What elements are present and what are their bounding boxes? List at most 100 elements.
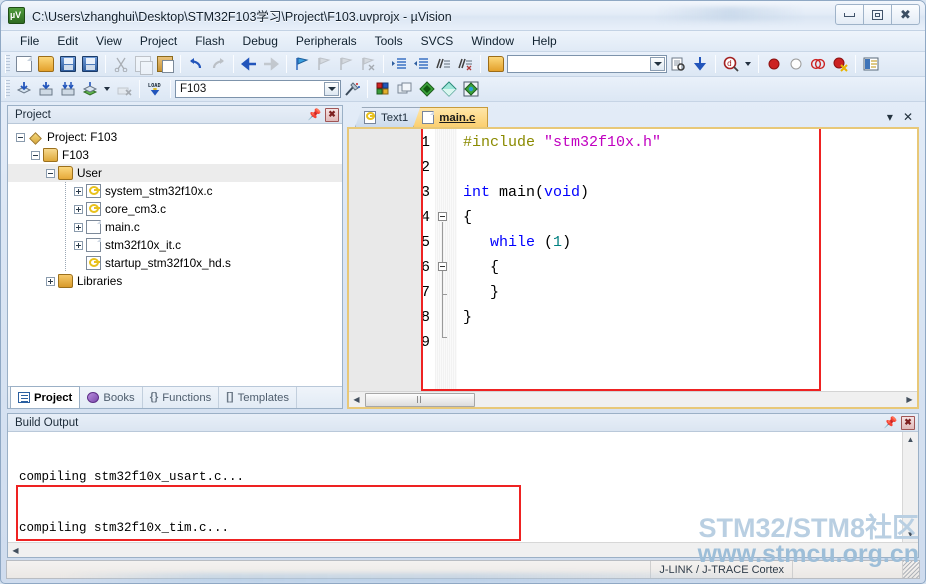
pack-installer-button[interactable]	[416, 79, 438, 100]
editor-horizontal-scrollbar[interactable]: ◀ ▶	[349, 391, 917, 407]
manage-runtime-button[interactable]	[372, 79, 394, 100]
tree-item-startup-stm32f10x-hd-s[interactable]: startup_stm32f10x_hd.s	[8, 254, 342, 272]
uncomment-button[interactable]	[454, 54, 476, 75]
chevron-down-icon[interactable]: ▾	[887, 110, 893, 124]
chevron-down-icon[interactable]	[742, 54, 754, 75]
editor-tab-text1[interactable]: Text1	[355, 107, 421, 127]
code-folding-bar[interactable]	[435, 129, 457, 391]
multi-project-button[interactable]	[394, 79, 416, 100]
tree-item-main-c[interactable]: main.c	[8, 218, 342, 236]
close-icon[interactable]: ✕	[903, 110, 913, 124]
search-combo[interactable]	[507, 55, 667, 73]
expand-toggle-icon[interactable]	[74, 187, 83, 196]
menu-project[interactable]: Project	[131, 32, 186, 50]
tab-project[interactable]: Project	[10, 386, 80, 408]
menu-flash[interactable]: Flash	[186, 32, 233, 50]
save-all-button[interactable]	[79, 54, 101, 75]
find-in-files-button[interactable]	[485, 54, 507, 75]
translate-file-button[interactable]	[13, 79, 35, 100]
tab-functions[interactable]: {} Functions	[143, 387, 220, 408]
bookmark-next-button[interactable]	[335, 54, 357, 75]
chevron-down-icon[interactable]	[101, 79, 113, 100]
undo-button[interactable]	[185, 54, 207, 75]
close-icon[interactable]: ✖	[325, 108, 339, 122]
new-file-button[interactable]	[13, 54, 35, 75]
bookmark-find-button[interactable]: d	[720, 54, 742, 75]
download-to-flash-button[interactable]: LOAD	[144, 79, 166, 100]
toolbar-grip[interactable]	[5, 55, 10, 73]
tree-item-core-cm3-c[interactable]: core_cm3.c	[8, 200, 342, 218]
scroll-right-arrow-icon[interactable]: ▶	[902, 392, 917, 407]
scroll-up-arrow-icon[interactable]: ▲	[903, 432, 918, 447]
indent-button[interactable]	[388, 54, 410, 75]
tree-item-project[interactable]: Project: F103	[8, 128, 342, 146]
maximize-button[interactable]	[863, 4, 892, 25]
batch-build-button[interactable]	[79, 79, 101, 100]
tab-templates[interactable]: [] Templates	[219, 387, 297, 408]
tree-item-user-group[interactable]: User	[8, 164, 342, 182]
open-file-button[interactable]	[35, 54, 57, 75]
breakpoint-disable-button[interactable]	[785, 54, 807, 75]
build-target-button[interactable]	[35, 79, 57, 100]
tree-item-stm32f10x-it-c[interactable]: stm32f10x_it.c	[8, 236, 342, 254]
paste-button[interactable]	[154, 54, 176, 75]
menu-window[interactable]: Window	[462, 32, 523, 50]
tree-item-target[interactable]: F103	[8, 146, 342, 164]
close-button[interactable]: ✖	[891, 4, 920, 25]
fold-collapse-icon[interactable]	[438, 262, 447, 271]
copy-button[interactable]	[132, 54, 154, 75]
menu-tools[interactable]: Tools	[366, 32, 412, 50]
code-area[interactable]: 1 2 3 4 5 6 7 8 9	[349, 129, 917, 391]
editor-tab-main-c[interactable]: main.c	[413, 107, 488, 127]
scroll-left-arrow-icon[interactable]: ◀	[8, 543, 23, 558]
bookmark-clear-button[interactable]	[357, 54, 379, 75]
tab-books[interactable]: Books	[80, 387, 142, 408]
bookmark-prev-button[interactable]	[313, 54, 335, 75]
collapse-toggle-icon[interactable]	[16, 133, 25, 142]
find-next-button[interactable]	[689, 54, 711, 75]
menu-file[interactable]: File	[11, 32, 48, 50]
fold-collapse-icon[interactable]	[438, 212, 447, 221]
build-output-body[interactable]: compiling stm32f10x_usart.c... compiling…	[8, 432, 918, 542]
scroll-left-arrow-icon[interactable]: ◀	[349, 392, 364, 407]
tree-item-libraries[interactable]: Libraries	[8, 272, 342, 290]
breakpoint-disable-all-button[interactable]	[807, 54, 829, 75]
resize-grip-icon[interactable]	[903, 561, 919, 578]
expand-toggle-icon[interactable]	[74, 241, 83, 250]
expand-toggle-icon[interactable]	[74, 223, 83, 232]
expand-toggle-icon[interactable]	[74, 205, 83, 214]
tree-item-system-stm32f10x-c[interactable]: system_stm32f10x.c	[8, 182, 342, 200]
bookmark-toggle-button[interactable]	[291, 54, 313, 75]
redo-button[interactable]	[207, 54, 229, 75]
expand-toggle-icon[interactable]	[46, 277, 55, 286]
target-selector[interactable]: F103	[175, 80, 341, 98]
chevron-down-icon[interactable]	[324, 82, 339, 96]
collapse-toggle-icon[interactable]	[31, 151, 40, 160]
close-icon[interactable]: ✖	[901, 416, 915, 430]
configuration-wizard-button[interactable]	[438, 79, 460, 100]
manage-components-button[interactable]	[460, 79, 482, 100]
build-horizontal-scrollbar[interactable]: ◀	[8, 542, 918, 557]
collapse-toggle-icon[interactable]	[46, 169, 55, 178]
chevron-down-icon[interactable]	[650, 57, 665, 71]
target-options-button[interactable]	[341, 79, 363, 100]
incremental-find-button[interactable]	[667, 54, 689, 75]
navigate-forward-button[interactable]	[260, 54, 282, 75]
minimize-button[interactable]	[835, 4, 864, 25]
breakpoint-insert-button[interactable]	[763, 54, 785, 75]
menu-edit[interactable]: Edit	[48, 32, 87, 50]
breakpoint-kill-all-button[interactable]	[829, 54, 851, 75]
pin-icon[interactable]: 📌	[308, 108, 321, 121]
menu-peripherals[interactable]: Peripherals	[287, 32, 366, 50]
menu-svcs[interactable]: SVCS	[412, 32, 463, 50]
menu-help[interactable]: Help	[523, 32, 566, 50]
scroll-down-arrow-icon[interactable]: ▼	[903, 527, 918, 542]
source-code-text[interactable]: #include "stm32f10x.h" int main(void) { …	[457, 129, 917, 391]
save-button[interactable]	[57, 54, 79, 75]
code-content[interactable]: 1 2 3 4 5 6 7 8 9	[421, 129, 917, 391]
scroll-thumb[interactable]	[365, 393, 475, 407]
stop-build-button[interactable]	[113, 79, 135, 100]
menu-view[interactable]: View	[87, 32, 131, 50]
comment-button[interactable]	[432, 54, 454, 75]
outdent-button[interactable]	[410, 54, 432, 75]
